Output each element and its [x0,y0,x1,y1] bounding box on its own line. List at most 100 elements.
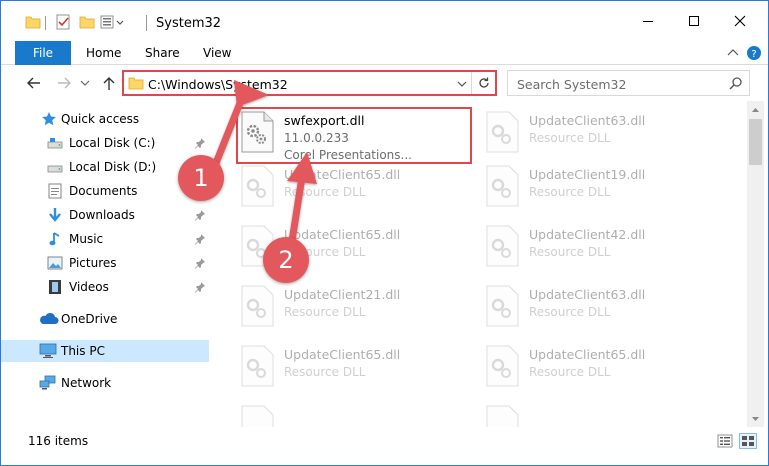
status-bar: 116 items [1,427,768,465]
file-name: UpdateClient63.dll [529,287,646,302]
network-icon [39,375,57,391]
back-button[interactable] [23,72,45,94]
step-badge-1: 1 [178,155,224,201]
file-item[interactable]: UpdateClient21.dll Resource DLL [236,279,472,333]
search-icon[interactable] [729,76,743,93]
file-name: UpdateClient65.dll [284,167,401,182]
nav-this-pc[interactable]: This PC [1,340,209,362]
nav-item-label: Pictures [69,256,117,270]
nav-item-label: This PC [61,344,105,358]
address-bar[interactable]: C:\Windows\System32 [122,70,497,96]
file-item[interactable]: UpdateClient65.dll Resource DLL [236,159,472,213]
vertical-scrollbar[interactable] [747,101,764,427]
file-name: UpdateClient42.dll [529,227,646,242]
ribbon: File Home Share View ? [1,41,768,65]
nav-onedrive[interactable]: OneDrive [1,308,209,330]
file-type: Resource DLL [284,185,366,199]
forward-button[interactable] [53,72,75,94]
file-type: Resource DLL [529,131,611,145]
nav-item-label: OneDrive [61,312,118,326]
file-type: Resource DLL [284,365,366,379]
pin-icon[interactable] [194,137,206,149]
file-item[interactable]: UpdateClient65.dll Resource DLL [481,339,717,393]
nav-item-label: Music [69,232,104,246]
chevron-down-icon[interactable] [455,76,469,92]
tab-file[interactable]: File [15,41,71,65]
nav-item-label: Documents [69,184,138,198]
folder-icon [128,75,144,94]
file-type: Resource DLL [284,305,366,319]
tab-share[interactable]: Share [145,41,180,65]
maximize-button[interactable] [671,1,717,41]
file-type: Resource DLL [529,365,611,379]
nav-quick-access[interactable]: Quick access [1,108,209,130]
nav-item-label: Local Disk (C:) [69,136,156,150]
dll-file-icon [240,165,274,207]
pin-icon[interactable] [194,281,206,293]
dll-file-icon [485,345,519,387]
up-button[interactable] [98,72,120,94]
pin-icon[interactable] [194,233,206,245]
file-item[interactable]: UpdateClient63.dll Resource DLL [481,105,717,159]
file-type: Resource DLL [529,245,611,259]
tab-home[interactable]: Home [86,41,121,65]
nav-local-disk-c[interactable]: Local Disk (C:) [1,132,209,154]
nav-item-label: Videos [69,280,109,294]
file-item[interactable]: UpdateClient19.dll Resource DLL [481,159,717,213]
nav-network[interactable]: Network [1,372,209,394]
scroll-up-icon[interactable] [747,101,764,118]
details-view-icon[interactable] [716,433,734,449]
step-badge-2: 2 [263,237,309,283]
drive-icon [47,159,63,175]
file-type: Resource DLL [529,305,611,319]
star-icon [41,111,57,127]
file-name: UpdateClient65.dll [529,347,646,362]
dll-file-icon [485,165,519,207]
customize-toolbar-icon[interactable] [100,14,128,32]
close-button[interactable] [717,1,763,41]
nav-videos[interactable]: Videos [1,276,209,298]
file-name: UpdateClient65.dll [284,227,401,242]
nav-pictures[interactable]: Pictures [1,252,209,274]
address-path[interactable]: C:\Windows\System32 [148,77,288,92]
minimize-button[interactable] [625,1,671,41]
navigation-row: C:\Windows\System32 Search System32 [1,66,768,100]
properties-icon[interactable] [55,14,71,32]
file-name: UpdateClient19.dll [529,167,646,182]
expand-ribbon-icon[interactable] [725,44,741,62]
file-item[interactable]: UpdateClient65.dll Resource DLL [236,339,472,393]
recent-locations-icon[interactable] [78,72,92,94]
file-name: UpdateClient65.dll [284,347,401,362]
new-folder-icon[interactable] [79,14,95,32]
nav-item-label: Downloads [69,208,135,222]
cloud-icon [39,311,59,327]
scroll-down-icon[interactable] [747,410,764,427]
navigation-pane: Quick access Local Disk (C:) Local Disk … [1,101,211,427]
item-count: 116 items [28,434,89,448]
nav-item-label: Quick access [61,112,140,126]
dll-file-icon [485,285,519,327]
tab-view[interactable]: View [203,41,231,65]
search-input[interactable]: Search System32 [517,77,626,92]
refresh-button[interactable] [471,72,495,94]
file-item[interactable]: UpdateClient63.dll Resource DLL [481,279,717,333]
svg-text:?: ? [751,49,756,60]
window-title: System32 [156,16,222,31]
nav-item-label: Network [61,376,112,390]
large-icons-view-icon[interactable] [739,433,757,449]
help-icon[interactable]: ? [745,44,763,62]
search-box[interactable]: Search System32 [507,70,750,96]
file-item[interactable]: UpdateClient42.dll Resource DLL [481,219,717,273]
pin-icon[interactable] [194,209,206,221]
file-type: Resource DLL [529,185,611,199]
title-separator [146,15,147,31]
monitor-icon [39,343,57,359]
nav-downloads[interactable]: Downloads [1,204,209,226]
download-arrow-icon [47,207,63,223]
folder-icon [25,14,41,32]
scrollbar-thumb[interactable] [749,119,762,165]
music-note-icon [47,231,63,247]
nav-music[interactable]: Music [1,228,209,250]
pin-icon[interactable] [194,257,206,269]
title-bar: System32 [1,1,768,41]
